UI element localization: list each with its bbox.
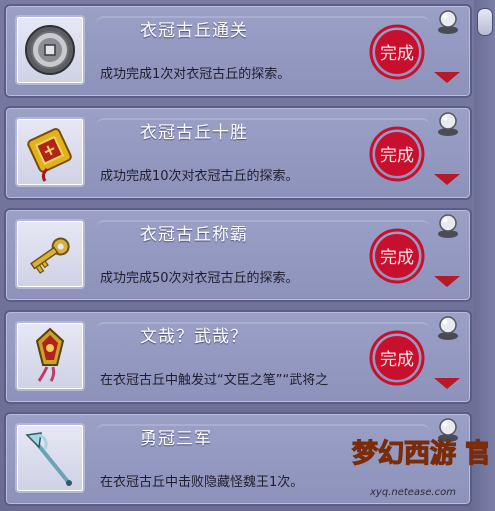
completed-stamp: 完成 — [369, 24, 425, 80]
achievement-title: 衣冠古丘称霸 — [140, 225, 248, 245]
key-icon — [15, 219, 85, 289]
watermark-logo: 梦幻西游 官方 xyq.netease.com — [348, 426, 495, 506]
achievement-title: 衣冠古丘十胜 — [140, 123, 248, 143]
expand-arrow-icon[interactable] — [434, 378, 460, 389]
tasseled-plaque-icon — [15, 321, 85, 391]
svg-text:完成: 完成 — [380, 350, 414, 370]
achievement-row[interactable]: 衣冠古丘十胜 成功完成10次对衣冠古丘的探索。 完成 — [4, 106, 472, 200]
pin-icon[interactable] — [436, 314, 460, 342]
pin-icon[interactable] — [436, 212, 460, 240]
svg-text:梦幻西游 官方: 梦幻西游 官方 — [352, 438, 488, 469]
completed-stamp: 完成 — [369, 126, 425, 182]
expand-arrow-icon[interactable] — [434, 276, 460, 287]
achievement-row[interactable]: 衣冠古丘通关 成功完成1次对衣冠古丘的探索。 完成 — [4, 4, 472, 98]
svg-text:完成: 完成 — [380, 44, 414, 64]
achievement-row[interactable]: 衣冠古丘称霸 成功完成50次对衣冠古丘的探索。 完成 — [4, 208, 472, 302]
expand-arrow-icon[interactable] — [434, 72, 460, 83]
achievement-title: 衣冠古丘通关 — [140, 21, 248, 41]
expand-arrow-icon[interactable] — [434, 174, 460, 185]
watermark-url: xyq.netease.com — [370, 487, 456, 498]
gold-token-icon — [15, 117, 85, 187]
pin-icon[interactable] — [436, 8, 460, 36]
halberd-icon — [15, 423, 85, 493]
completed-stamp: 完成 — [369, 330, 425, 386]
completed-stamp: 完成 — [369, 228, 425, 284]
coin-icon — [15, 15, 85, 85]
svg-text:完成: 完成 — [380, 146, 414, 166]
achievement-row[interactable]: 文哉？武哉？ 在衣冠古丘中触发过“文臣之笔”“武将之 完成 — [4, 310, 472, 404]
achievement-title: 勇冠三军 — [140, 429, 212, 449]
scrollbar-thumb[interactable] — [477, 8, 493, 36]
achievement-title: 文哉？武哉？ — [140, 327, 248, 347]
pin-icon[interactable] — [436, 110, 460, 138]
svg-text:完成: 完成 — [380, 248, 414, 268]
